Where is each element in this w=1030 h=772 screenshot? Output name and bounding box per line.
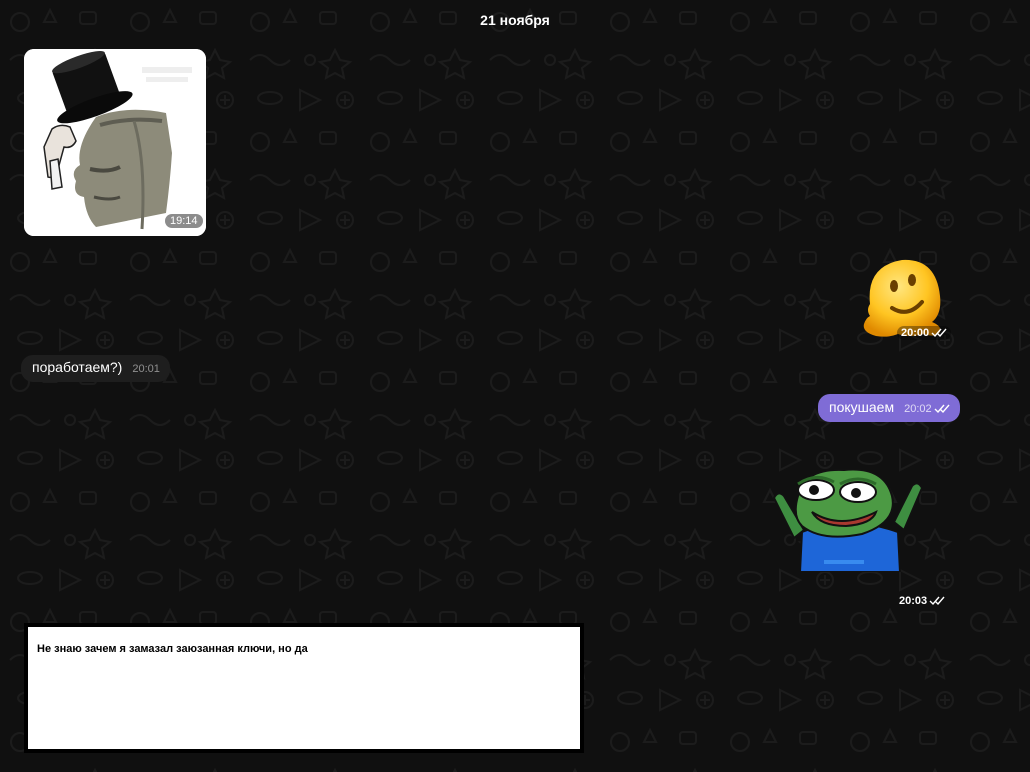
message-text: поработаем?) [32,359,123,375]
double-check-icon [931,328,947,338]
annotation-box: Не знаю зачем я замазал заюзанная ключи,… [24,623,584,753]
annotation-text: Не знаю зачем я замазал заюзанная ключи,… [37,643,308,655]
sticker-timestamp: 20:03 [899,595,945,607]
moai-tipping-hat-image [24,49,206,236]
message-timestamp: 20:01 [132,363,160,375]
date-label: 21 ноября [480,12,550,28]
message-text: покушаем [829,399,895,415]
incoming-text-message[interactable]: поработаем?) 20:01 [21,355,170,382]
double-check-icon [929,596,945,606]
outgoing-text-message[interactable]: покушаем 20:02 [818,394,960,422]
image-timestamp: 19:14 [165,214,203,228]
double-check-icon [934,404,950,414]
pepe-frog-icon [772,468,924,573]
message-timestamp: 20:02 [904,402,950,416]
incoming-image-message[interactable]: 19:14 [24,49,206,236]
sticker-timestamp: 20:00 [897,326,952,340]
date-separator: 21 ноября [0,12,1030,28]
pepe-frog-sticker[interactable] [768,466,928,573]
